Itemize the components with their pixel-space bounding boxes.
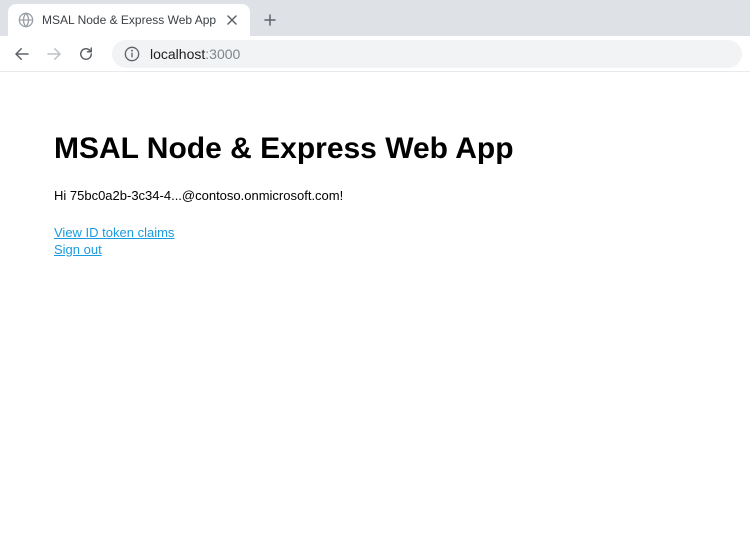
url-host: localhost — [150, 46, 205, 62]
sign-out-link[interactable]: Sign out — [54, 242, 102, 259]
url-text: localhost:3000 — [150, 46, 240, 62]
page-content: MSAL Node & Express Web App Hi 75bc0a2b-… — [0, 72, 750, 259]
tab-title: MSAL Node & Express Web App — [42, 13, 216, 27]
reload-button[interactable] — [72, 40, 100, 68]
address-bar[interactable]: localhost:3000 — [112, 40, 742, 68]
view-id-token-claims-link[interactable]: View ID token claims — [54, 225, 174, 242]
browser-toolbar: localhost:3000 — [0, 36, 750, 72]
tab-strip: MSAL Node & Express Web App — [0, 0, 750, 36]
back-button[interactable] — [8, 40, 36, 68]
reload-icon — [77, 45, 95, 63]
plus-icon — [264, 14, 276, 26]
url-port: :3000 — [205, 46, 240, 62]
new-tab-button[interactable] — [256, 6, 284, 34]
browser-tab[interactable]: MSAL Node & Express Web App — [8, 4, 250, 36]
close-icon — [227, 15, 237, 25]
forward-button[interactable] — [40, 40, 68, 68]
greeting-text: Hi 75bc0a2b-3c34-4...@contoso.onmicrosof… — [54, 188, 696, 203]
arrow-left-icon — [13, 45, 31, 63]
page-heading: MSAL Node & Express Web App — [54, 132, 696, 166]
close-tab-button[interactable] — [224, 12, 240, 28]
links-list: View ID token claims Sign out — [54, 225, 696, 259]
site-info-icon[interactable] — [124, 46, 140, 62]
globe-icon — [18, 12, 34, 28]
arrow-right-icon — [45, 45, 63, 63]
